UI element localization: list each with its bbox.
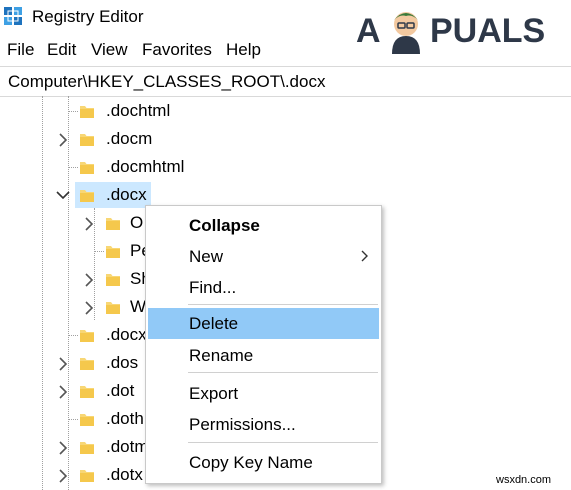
tree-item-docx-2[interactable]: .docx (0, 322, 146, 348)
tree-item-docmhtml[interactable]: .docmhtml (0, 154, 300, 180)
chevron-right-icon[interactable] (84, 216, 94, 232)
chevron-down-icon[interactable] (56, 188, 70, 204)
tree-item-child-w[interactable]: W (0, 294, 146, 320)
context-permissions[interactable]: Permissions... (148, 409, 379, 440)
registry-editor-icon (4, 7, 22, 25)
context-find-label: Find... (189, 278, 237, 297)
chevron-right-icon[interactable] (58, 440, 68, 456)
chevron-right-icon[interactable] (58, 384, 68, 400)
tree-item-dot[interactable]: .dot (0, 378, 146, 404)
submenu-arrow-icon (361, 250, 368, 262)
menu-favorites[interactable]: Favorites (142, 40, 212, 60)
tree-item-label: .doth (106, 409, 144, 428)
watermark-text: wsxdn.com (496, 474, 552, 486)
folder-icon (80, 330, 94, 342)
window-title: Registry Editor (32, 7, 144, 26)
tree-connector (68, 419, 78, 420)
folder-icon (80, 358, 94, 370)
folder-icon (80, 470, 94, 482)
folder-icon (80, 414, 94, 426)
tree-item-docm[interactable]: .docm (0, 126, 300, 152)
tree-item-label: .dot (106, 381, 135, 400)
context-export-label: Export (189, 384, 239, 403)
tree-item-label: .docx (106, 185, 147, 204)
tree-item-child-sh[interactable]: Sh (0, 266, 151, 292)
tree-connector (94, 251, 104, 252)
folder-icon (106, 302, 120, 314)
folder-icon (106, 246, 120, 258)
context-new-label: New (189, 247, 224, 266)
context-collapse-label: Collapse (189, 216, 260, 235)
context-new[interactable]: New (148, 241, 379, 272)
context-copy-key-name[interactable]: Copy Key Name (148, 447, 379, 478)
menu-help[interactable]: Help (226, 40, 261, 60)
context-copy-key-name-label: Copy Key Name (189, 453, 313, 472)
menu-separator (188, 304, 378, 305)
tree-connector (68, 335, 78, 336)
tree-item-label: .docm (106, 129, 153, 148)
menu-bar: File Edit View Favorites Help (0, 38, 571, 62)
folder-icon (80, 162, 94, 174)
folder-icon (80, 442, 94, 454)
tree-item-label: .docx (106, 325, 146, 344)
address-bar[interactable]: Computer\HKEY_CLASSES_ROOT\.docx (0, 66, 571, 97)
context-rename-label: Rename (189, 346, 254, 365)
tree-item-label: .dotx (106, 465, 143, 484)
tree-item-dos[interactable]: .dos (0, 350, 146, 376)
menu-separator (188, 442, 378, 443)
tree-connector (68, 167, 78, 168)
folder-icon (106, 274, 120, 286)
menu-edit[interactable]: Edit (47, 40, 76, 60)
context-export[interactable]: Export (148, 378, 379, 409)
context-collapse[interactable]: Collapse (148, 210, 379, 241)
chevron-right-icon[interactable] (58, 468, 68, 484)
context-delete[interactable]: Delete (148, 308, 379, 339)
chevron-right-icon[interactable] (84, 300, 94, 316)
address-path[interactable]: Computer\HKEY_CLASSES_ROOT\.docx (8, 72, 325, 92)
context-delete-label: Delete (189, 314, 239, 333)
folder-icon (80, 190, 94, 202)
tree-item-child-o[interactable]: O (0, 210, 146, 236)
tree-item-label: O (130, 213, 144, 232)
folder-icon (80, 106, 94, 118)
context-permissions-label: Permissions... (189, 415, 296, 434)
chevron-right-icon[interactable] (58, 356, 68, 372)
menu-view[interactable]: View (91, 40, 128, 60)
tree-item-label: .dochtml (106, 101, 171, 120)
tree-item-label: W (130, 297, 147, 316)
tree-item-label: .docmhtml (106, 157, 185, 176)
tree-connector (68, 111, 78, 112)
menu-file[interactable]: File (7, 40, 34, 60)
tree-item-dotm[interactable]: .dotm (0, 434, 146, 460)
tree-item-label: .dotm (106, 437, 146, 456)
tree-item-dotx[interactable]: .dotx (0, 462, 146, 488)
folder-icon (80, 386, 94, 398)
menu-separator (188, 372, 378, 373)
context-rename[interactable]: Rename (148, 340, 379, 371)
context-menu: Collapse New Find... Delete Rename Expor… (145, 205, 382, 484)
tree-item-label: .dos (106, 353, 139, 372)
tree-item-doth[interactable]: .doth (0, 406, 146, 432)
chevron-right-icon[interactable] (58, 132, 68, 148)
folder-icon (106, 218, 120, 230)
folder-icon (80, 134, 94, 146)
context-find[interactable]: Find... (148, 272, 379, 303)
tree-item-dochtml[interactable]: .dochtml (0, 98, 300, 124)
chevron-right-icon[interactable] (84, 272, 94, 288)
tree-item-child-pe[interactable]: Pe (0, 238, 151, 264)
